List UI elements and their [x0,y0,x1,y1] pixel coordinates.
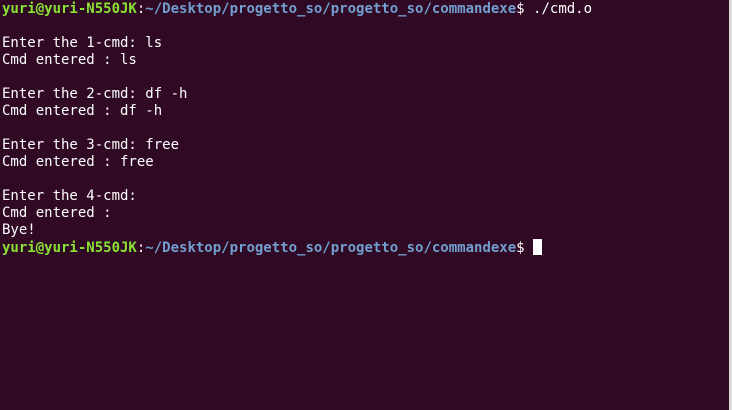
output-line: Cmd entered : df -h [2,103,163,119]
command-text: ./cmd.o [533,1,593,17]
terminal-window[interactable]: yuri@yuri-N550JK:~/Desktop/progetto_so/p… [0,0,732,410]
prompt-symbol: $ [516,1,534,17]
output-line: Enter the 2-cmd: df -h [2,86,188,102]
output-line: Cmd entered : free [2,154,154,170]
prompt-path: ~/Desktop/progetto_so/progetto_so/comman… [145,1,517,17]
output-line: Bye! [2,222,36,238]
active-prompt-line[interactable]: yuri@yuri-N550JK:~/Desktop/progetto_so/p… [2,239,732,256]
prompt-user-host: yuri@yuri-N550JK [2,240,137,256]
prompt-path: ~/Desktop/progetto_so/progetto_so/comman… [145,240,517,256]
output-line: Enter the 1-cmd: ls [2,35,163,51]
output-line: Enter the 3-cmd: free [2,137,180,153]
output-line: Cmd entered : [2,205,121,221]
text-cursor[interactable] [533,239,543,255]
prompt-user-host: yuri@yuri-N550JK [2,1,137,17]
prompt-symbol: $ [516,240,534,256]
prompt-line: yuri@yuri-N550JK:~/Desktop/progetto_so/p… [2,1,732,18]
output-line: Enter the 4-cmd: [2,188,146,204]
output-line: Cmd entered : ls [2,52,137,68]
